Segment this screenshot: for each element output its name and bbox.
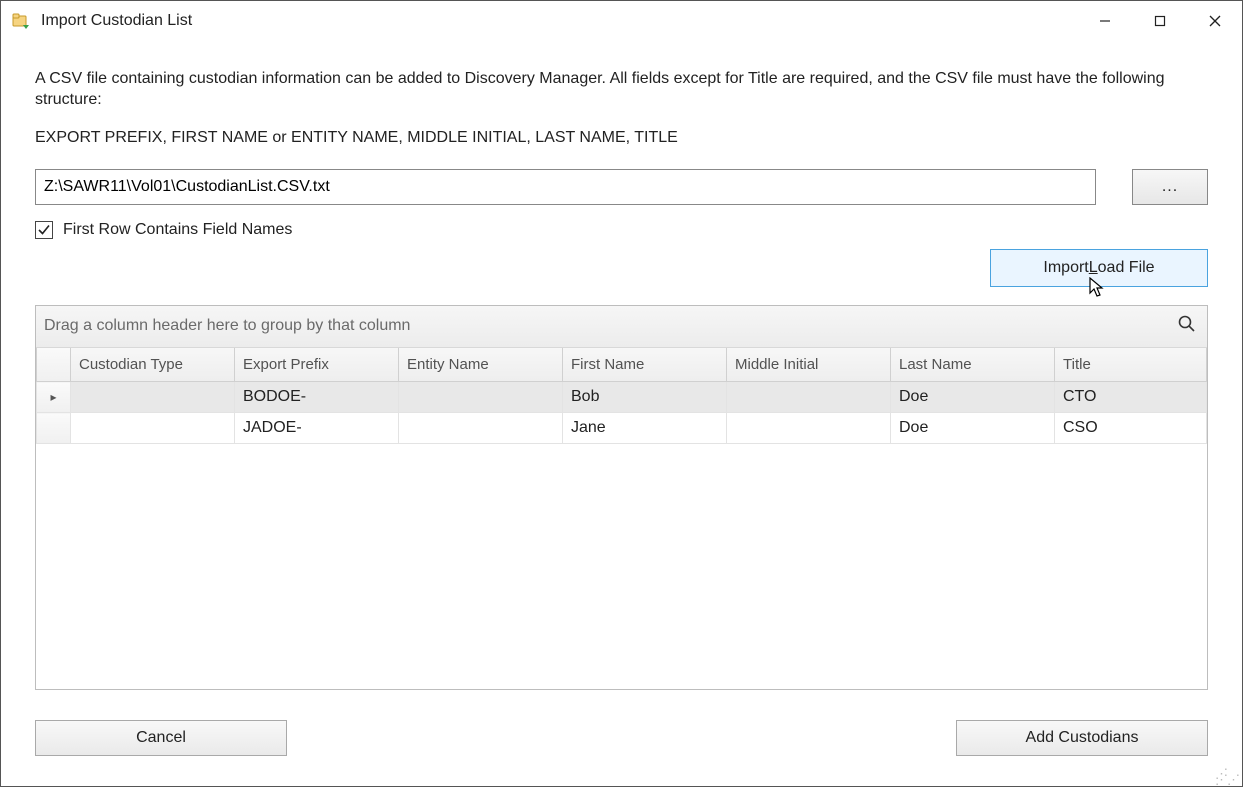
- col-header-last-name[interactable]: Last Name: [891, 348, 1055, 382]
- csv-structure-text: EXPORT PREFIX, FIRST NAME or ENTITY NAME…: [35, 129, 1208, 147]
- import-load-file-button[interactable]: Import Load File: [990, 249, 1208, 287]
- minimize-button[interactable]: [1077, 1, 1132, 41]
- cell-custodian-type[interactable]: [71, 382, 235, 413]
- cell-first-name[interactable]: Jane: [563, 413, 727, 444]
- window-controls: [1077, 1, 1242, 41]
- cell-entity-name[interactable]: [399, 413, 563, 444]
- first-row-checkbox-label: First Row Contains Field Names: [63, 221, 292, 239]
- group-by-bar[interactable]: Drag a column header here to group by th…: [36, 306, 1207, 348]
- cell-export-prefix[interactable]: BODOE-: [235, 382, 399, 413]
- file-path-input[interactable]: [35, 169, 1096, 205]
- file-path-row: ...: [35, 169, 1208, 205]
- dialog-content: A CSV file containing custodian informat…: [1, 41, 1242, 786]
- cell-entity-name[interactable]: [399, 382, 563, 413]
- cell-custodian-type[interactable]: [71, 413, 235, 444]
- cell-title[interactable]: CTO: [1055, 382, 1207, 413]
- col-header-middle-initial[interactable]: Middle Initial: [727, 348, 891, 382]
- first-row-checkbox-row: First Row Contains Field Names: [35, 221, 1208, 239]
- import-button-row: Import Load File: [35, 249, 1208, 287]
- close-button[interactable]: [1187, 1, 1242, 41]
- table-row[interactable]: BODOE- Bob DoeCTO: [37, 382, 1207, 413]
- app-icon: [11, 11, 31, 31]
- col-header-title[interactable]: Title: [1055, 348, 1207, 382]
- col-header-indicator[interactable]: [37, 348, 71, 382]
- table-row[interactable]: JADOE- Jane DoeCSO: [37, 413, 1207, 444]
- title-bar: Import Custodian List: [1, 1, 1242, 41]
- col-header-export-prefix[interactable]: Export Prefix: [235, 348, 399, 382]
- import-button-label-post: oad File: [1098, 259, 1155, 277]
- first-row-checkbox[interactable]: [35, 221, 53, 239]
- col-header-entity-name[interactable]: Entity Name: [399, 348, 563, 382]
- maximize-button[interactable]: [1132, 1, 1187, 41]
- row-indicator[interactable]: [37, 413, 71, 444]
- import-button-label-pre: Import: [1043, 259, 1088, 277]
- col-header-custodian-type[interactable]: Custodian Type: [71, 348, 235, 382]
- grid-header-table: Custodian Type Export Prefix Entity Name…: [36, 348, 1207, 445]
- grid-empty-area: [36, 444, 1207, 689]
- cell-middle-initial[interactable]: [727, 413, 891, 444]
- cancel-button[interactable]: Cancel: [35, 720, 287, 756]
- group-by-hint: Drag a column header here to group by th…: [44, 317, 410, 335]
- cell-title[interactable]: CSO: [1055, 413, 1207, 444]
- grid-header-row: Custodian Type Export Prefix Entity Name…: [37, 348, 1207, 382]
- custodian-grid: Drag a column header here to group by th…: [35, 305, 1208, 690]
- cell-last-name[interactable]: Doe: [891, 413, 1055, 444]
- resize-grip-icon[interactable]: ⋰⋰⋰: [1215, 771, 1239, 783]
- dialog-window: Import Custodian List A CSV file contain…: [0, 0, 1243, 787]
- import-button-label-hotkey: L: [1089, 259, 1098, 277]
- search-icon[interactable]: [1177, 314, 1197, 339]
- intro-text: A CSV file containing custodian informat…: [35, 69, 1208, 111]
- cell-last-name[interactable]: Doe: [891, 382, 1055, 413]
- cell-export-prefix[interactable]: JADOE-: [235, 413, 399, 444]
- add-custodians-button[interactable]: Add Custodians: [956, 720, 1208, 756]
- browse-button[interactable]: ...: [1132, 169, 1208, 205]
- dialog-footer: Cancel Add Custodians: [35, 690, 1208, 776]
- cell-middle-initial[interactable]: [727, 382, 891, 413]
- row-indicator[interactable]: [37, 382, 71, 413]
- cell-first-name[interactable]: Bob: [563, 382, 727, 413]
- window-title: Import Custodian List: [41, 12, 192, 30]
- col-header-first-name[interactable]: First Name: [563, 348, 727, 382]
